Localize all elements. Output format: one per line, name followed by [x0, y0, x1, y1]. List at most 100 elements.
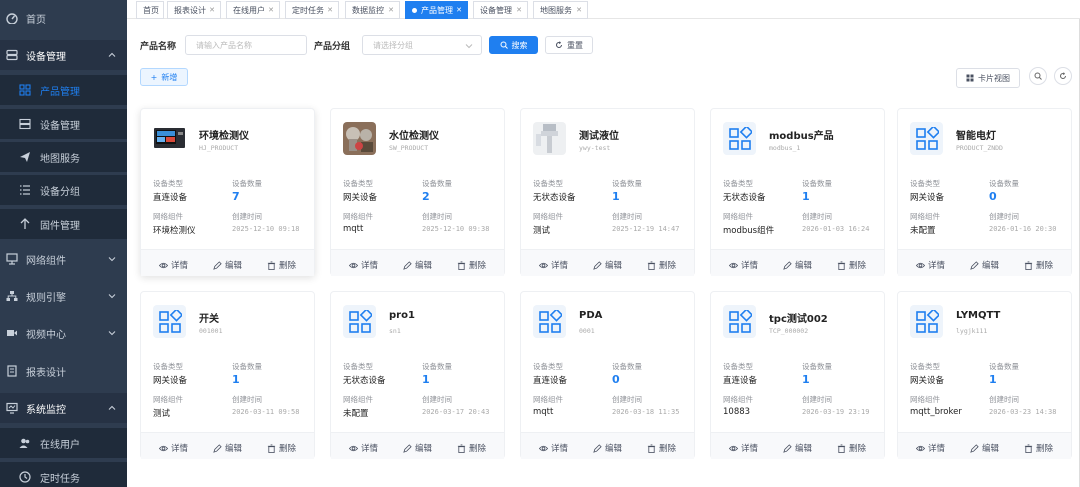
tab-device-manage[interactable]: 设备管理 ✕	[473, 1, 528, 19]
sidebar-item-label: 定时任务	[40, 473, 80, 485]
detail-button[interactable]: 详情	[729, 259, 758, 271]
add-button[interactable]: + 新增	[140, 68, 188, 86]
delete-button[interactable]: 删除	[647, 442, 676, 454]
close-icon[interactable]: ✕	[516, 6, 522, 14]
card-actions: 详情 编辑 删除	[141, 249, 314, 276]
device-count-value[interactable]: 1	[802, 190, 810, 203]
device-count-value[interactable]: 1	[802, 373, 810, 386]
edit-button[interactable]: 编辑	[403, 259, 432, 271]
detail-button[interactable]: 详情	[539, 442, 568, 454]
edit-button[interactable]: 编辑	[593, 259, 622, 271]
product-card[interactable]: modbus产品 modbus_1 设备类型 设备数量 无状态设备 1 网络组件…	[710, 108, 885, 276]
edit-button[interactable]: 编辑	[783, 259, 812, 271]
sidebar-item-map-service[interactable]: 地图服务	[0, 142, 127, 172]
edit-button[interactable]: 编辑	[403, 442, 432, 454]
eye-icon	[729, 262, 738, 268]
device-count-label: 设备数量	[422, 362, 452, 371]
detail-button[interactable]: 详情	[159, 259, 188, 271]
device-count-value[interactable]: 2	[422, 190, 430, 203]
trash-icon	[837, 443, 846, 453]
sidebar-item-device-group[interactable]: 设备分组	[0, 175, 127, 205]
detail-button[interactable]: 详情	[916, 259, 945, 271]
close-icon[interactable]: ✕	[327, 6, 333, 14]
detail-button[interactable]: 详情	[916, 442, 945, 454]
device-count-value[interactable]: 0	[612, 373, 620, 386]
device-count-value[interactable]: 7	[232, 190, 240, 203]
placeholder: 请选择分组	[373, 40, 413, 50]
sidebar-item-firmware[interactable]: 固件管理	[0, 209, 127, 239]
tab-home[interactable]: 首页	[136, 1, 164, 19]
delete-button[interactable]: 删除	[1024, 442, 1053, 454]
product-card[interactable]: LYMQTT lygjk111 设备类型 设备数量 网关设备 1 网络组件 创建…	[897, 291, 1072, 459]
sidebar-item-device-manage[interactable]: 设备管理	[0, 40, 127, 70]
edit-icon	[970, 260, 979, 270]
delete-button[interactable]: 删除	[457, 259, 486, 271]
detail-button[interactable]: 详情	[349, 442, 378, 454]
device-count-value[interactable]: 1	[612, 190, 620, 203]
product-card[interactable]: 智能电灯 PRODUCT_ZNDD 设备类型 设备数量 网关设备 0 网络组件 …	[897, 108, 1072, 276]
product-card[interactable]: tpc测试002 TCP_000002 设备类型 设备数量 直连设备 1 网络组…	[710, 291, 885, 459]
edit-button[interactable]: 编辑	[213, 442, 242, 454]
edit-button[interactable]: 编辑	[970, 442, 999, 454]
reset-button[interactable]: 重置	[545, 36, 593, 54]
refresh-button[interactable]	[1054, 67, 1072, 85]
product-group-select[interactable]: 请选择分组	[362, 35, 482, 55]
sidebar-item-rule-engine[interactable]: 规则引擎	[0, 281, 127, 311]
delete-button[interactable]: 删除	[837, 442, 866, 454]
edit-button[interactable]: 编辑	[593, 442, 622, 454]
sidebar-item-scheduled-tasks[interactable]: 定时任务	[0, 462, 127, 487]
close-icon[interactable]: ✕	[456, 6, 462, 14]
device-count-value[interactable]: 0	[989, 190, 997, 203]
sidebar-item-online-users[interactable]: 在线用户	[0, 428, 127, 458]
delete-button[interactable]: 删除	[647, 259, 676, 271]
edit-button[interactable]: 编辑	[213, 259, 242, 271]
product-card[interactable]: 测试液位 ywy-test 设备类型 设备数量 无状态设备 1 网络组件 创建时…	[520, 108, 695, 276]
detail-button[interactable]: 详情	[729, 442, 758, 454]
tab-data-monitor[interactable]: 数据监控 ✕	[345, 1, 400, 19]
button-label: 删除	[659, 261, 677, 271]
tab-report-design[interactable]: 报表设计 ✕	[167, 1, 221, 19]
product-card[interactable]: 环境检测仪 HJ_PRODUCT 设备类型 设备数量 直连设备 7 网络组件 创…	[140, 108, 315, 276]
close-icon[interactable]: ✕	[268, 6, 274, 14]
sidebar-item-label: 地图服务	[40, 153, 80, 165]
tab-map-service[interactable]: 地图服务 ✕	[533, 1, 588, 19]
close-icon[interactable]: ✕	[209, 6, 215, 14]
close-icon[interactable]: ✕	[388, 6, 394, 14]
delete-button[interactable]: 删除	[267, 442, 296, 454]
detail-button[interactable]: 详情	[539, 259, 568, 271]
detail-button[interactable]: 详情	[159, 442, 188, 454]
device-count-value[interactable]: 1	[989, 373, 997, 386]
device-count-value[interactable]: 1	[422, 373, 430, 386]
tab-online-users[interactable]: 在线用户 ✕	[226, 1, 280, 19]
product-card[interactable]: PDA 0001 设备类型 设备数量 直连设备 0 网络组件 创建时间 mqtt…	[520, 291, 695, 459]
sidebar-item-network[interactable]: 网络组件	[0, 244, 127, 274]
edit-button[interactable]: 编辑	[783, 442, 812, 454]
card-actions: 详情 编辑 删除	[898, 249, 1071, 276]
sidebar-item-device[interactable]: 设备管理	[0, 109, 127, 139]
delete-button[interactable]: 删除	[457, 442, 486, 454]
product-card[interactable]: pro1 sn1 设备类型 设备数量 无状态设备 1 网络组件 创建时间 未配置…	[330, 291, 505, 459]
tab-scheduled-tasks[interactable]: 定时任务 ✕	[285, 1, 339, 19]
sidebar-item-home[interactable]: 首页	[0, 3, 127, 33]
delete-button[interactable]: 删除	[267, 259, 296, 271]
product-name-input[interactable]: 请输入产品名称	[185, 35, 307, 55]
dashboard-icon	[6, 12, 18, 24]
tab-product-manage[interactable]: 产品管理 ✕	[405, 1, 468, 19]
delete-button[interactable]: 删除	[837, 259, 866, 271]
delete-button[interactable]: 删除	[1024, 259, 1053, 271]
edit-button[interactable]: 编辑	[970, 259, 999, 271]
device-type-label: 设备类型	[153, 362, 183, 371]
product-card[interactable]: 开关 001001 设备类型 设备数量 网关设备 1 网络组件 创建时间 测试 …	[140, 291, 315, 459]
sidebar-item-system-monitor[interactable]: 系统监控	[0, 393, 127, 423]
detail-button[interactable]: 详情	[349, 259, 378, 271]
search-toggle-button[interactable]	[1029, 67, 1047, 85]
sidebar-item-video[interactable]: 视频中心	[0, 318, 127, 348]
product-image	[153, 122, 186, 155]
device-count-value[interactable]: 1	[232, 373, 240, 386]
close-icon[interactable]: ✕	[576, 6, 582, 14]
product-card[interactable]: 水位检测仪 SW_PRODUCT 设备类型 设备数量 网关设备 2 网络组件 创…	[330, 108, 505, 276]
sidebar-item-product-manage[interactable]: 产品管理	[0, 75, 127, 105]
search-button[interactable]: 搜索	[489, 36, 538, 54]
card-view-button[interactable]: 卡片视图	[956, 68, 1020, 88]
sidebar-item-report[interactable]: 报表设计	[0, 356, 127, 386]
